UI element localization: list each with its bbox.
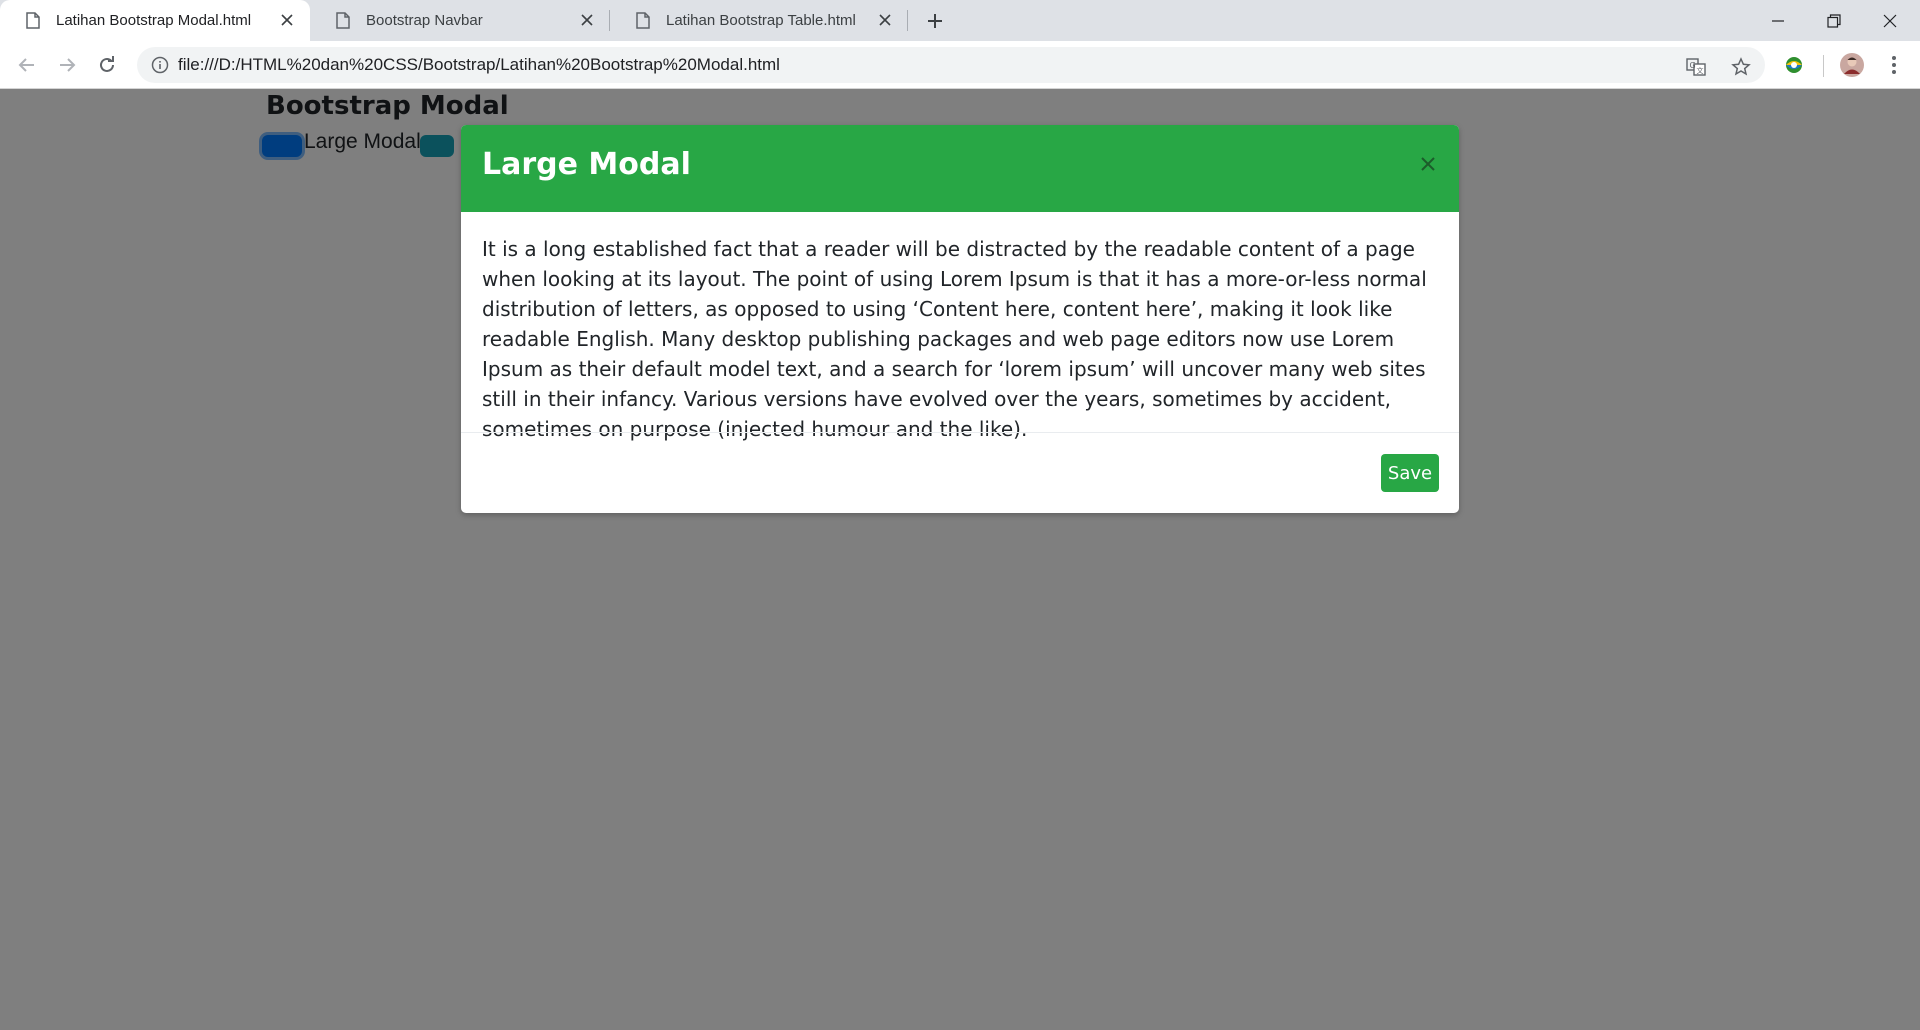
avatar[interactable] — [1838, 51, 1866, 79]
back-arrow-icon — [18, 58, 34, 72]
document-icon — [336, 12, 350, 29]
document-icon — [636, 12, 650, 29]
star-icon[interactable] — [1730, 56, 1752, 78]
save-button[interactable]: Save — [1381, 454, 1439, 492]
tab-latihan-bootstrap-table[interactable]: Latihan Bootstrap Table.html — [610, 0, 908, 41]
svg-text:G: G — [1690, 61, 1696, 70]
modal-title: Large Modal — [482, 147, 691, 182]
close-icon — [1883, 14, 1897, 27]
translate-icon[interactable]: G 文 — [1685, 56, 1707, 78]
restore-icon — [1827, 13, 1841, 28]
close-icon[interactable] — [876, 11, 894, 29]
modal-footer-divider — [461, 432, 1459, 433]
close-icon — [1421, 157, 1435, 171]
browser-toolbar: file:///D:/HTML%20dan%20CSS/Bootstrap/La… — [0, 41, 1920, 89]
extension-icon[interactable] — [1780, 51, 1808, 79]
modal-close-button[interactable] — [1416, 152, 1440, 176]
modal-header: Large Modal — [461, 125, 1459, 212]
tab-separator — [907, 10, 908, 31]
back-button[interactable] — [13, 51, 41, 79]
restore-button[interactable] — [1806, 0, 1862, 41]
tab-strip: Latihan Bootstrap Modal.html Bootstrap N… — [0, 0, 1920, 41]
forward-arrow-icon — [60, 58, 76, 72]
plus-icon — [928, 14, 942, 28]
tab-bootstrap-navbar[interactable]: Bootstrap Navbar — [310, 0, 610, 41]
close-icon[interactable] — [578, 11, 596, 29]
info-icon[interactable] — [151, 56, 169, 74]
url-text[interactable]: file:///D:/HTML%20dan%20CSS/Bootstrap/La… — [178, 55, 780, 75]
tab-title: Latihan Bootstrap Modal.html — [56, 12, 252, 29]
tab-title: Latihan Bootstrap Table.html — [666, 12, 856, 29]
minimize-icon — [1772, 19, 1784, 22]
tab-title: Bootstrap Navbar — [366, 12, 483, 29]
svg-text:文: 文 — [1697, 66, 1704, 75]
document-icon — [26, 12, 40, 29]
minimize-button[interactable] — [1750, 0, 1806, 41]
toolbar-divider — [1823, 55, 1824, 77]
modal-body-text: It is a long established fact that a rea… — [482, 237, 1427, 441]
tab-latihan-bootstrap-modal[interactable]: Latihan Bootstrap Modal.html — [0, 0, 310, 41]
large-modal: Large Modal It is a long established fac… — [461, 125, 1459, 513]
reload-icon — [100, 56, 114, 72]
reload-button[interactable] — [93, 51, 121, 79]
close-window-button[interactable] — [1862, 0, 1918, 41]
address-bar[interactable]: file:///D:/HTML%20dan%20CSS/Bootstrap/La… — [137, 47, 1765, 83]
forward-button[interactable] — [53, 51, 81, 79]
kebab-menu-icon[interactable] — [1880, 51, 1908, 79]
new-tab-button[interactable] — [922, 8, 948, 34]
close-icon[interactable] — [278, 11, 296, 29]
